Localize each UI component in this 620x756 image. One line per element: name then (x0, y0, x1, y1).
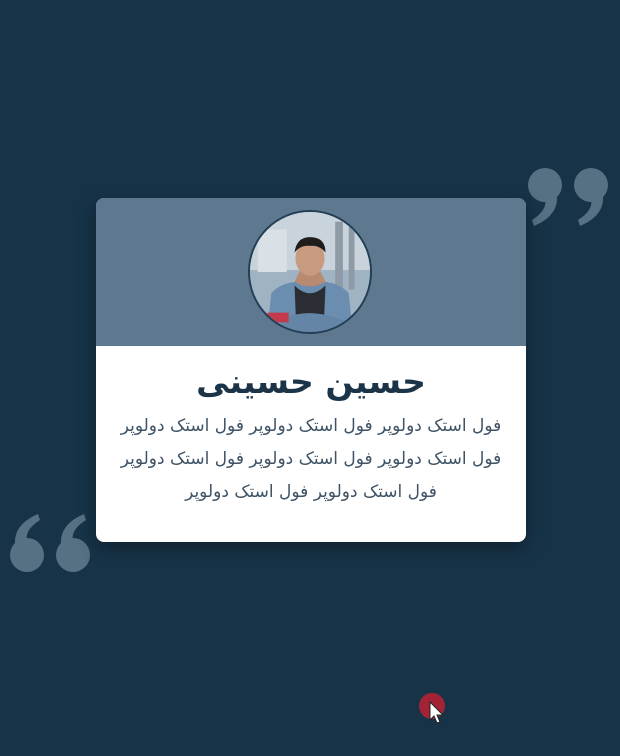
profile-photo (250, 212, 370, 332)
avatar (248, 210, 372, 334)
page-background: حسین حسینی فول استک دولوپر فول استک دولو… (0, 0, 620, 756)
card-content: حسین حسینی فول استک دولوپر فول استک دولو… (96, 346, 526, 509)
close-quote-icon (526, 166, 614, 228)
profile-name: حسین حسینی (196, 362, 426, 401)
profile-bio: فول استک دولوپر فول استک دولوپر فول استک… (120, 416, 502, 502)
profile-card: حسین حسینی فول استک دولوپر فول استک دولو… (96, 198, 526, 542)
mouse-pointer-icon (418, 692, 452, 726)
card-header (96, 198, 526, 346)
open-quote-icon (8, 512, 96, 574)
